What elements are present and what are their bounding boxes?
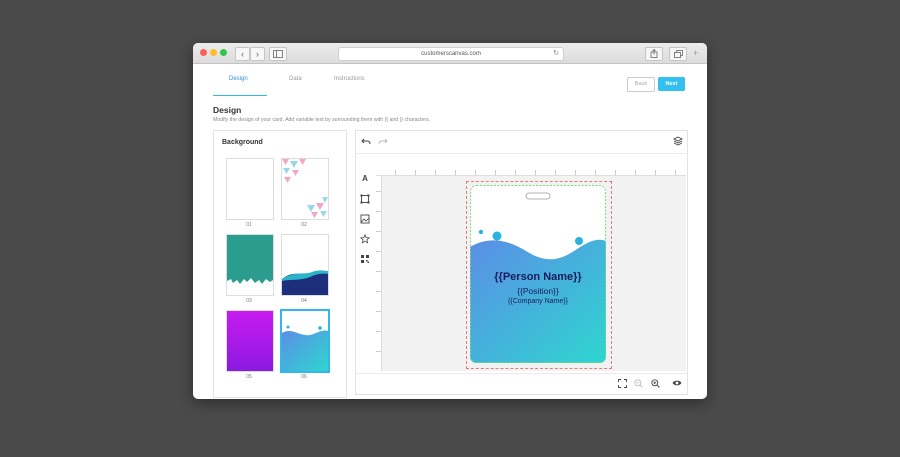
background-thumb-03[interactable] <box>226 234 274 296</box>
editor-top-toolbar <box>356 131 687 154</box>
image-tool-icon[interactable] <box>360 214 370 224</box>
background-thumb-02[interactable] <box>281 158 329 220</box>
browser-forward-button[interactable]: › <box>250 47 265 61</box>
page-title: Design <box>213 105 242 115</box>
editor-tool-palette: A <box>356 170 374 375</box>
star-tool-icon[interactable] <box>360 234 370 244</box>
person-name-text[interactable]: {{Person Name}} <box>470 271 606 283</box>
triangles-pattern <box>282 159 328 218</box>
tabs-icon <box>673 50 683 58</box>
back-button[interactable]: Back <box>627 77 655 92</box>
badge-card[interactable]: {{Person Name}} {{Position}} {{Company N… <box>470 185 606 363</box>
undo-icon[interactable] <box>361 137 371 146</box>
background-thumb-label: 03 <box>246 298 252 304</box>
zoom-in-icon[interactable] <box>651 379 660 388</box>
browser-back-button[interactable]: ‹ <box>235 47 250 61</box>
minimize-window-button[interactable] <box>210 49 217 56</box>
chevron-left-icon: ‹ <box>241 49 244 59</box>
qr-code-tool-icon[interactable] <box>360 254 370 264</box>
sidebar-icon <box>273 50 283 58</box>
background-thumb-05[interactable] <box>226 310 274 372</box>
design-editor: A {{Person Name}} {{Position}} {{Company… <box>355 130 688 395</box>
tab-design[interactable]: Design <box>229 76 248 82</box>
new-tab-icon[interactable]: + <box>693 48 698 58</box>
position-text[interactable]: {{Position}} <box>470 286 606 296</box>
share-button[interactable] <box>645 47 663 61</box>
active-tab-indicator <box>213 95 267 96</box>
design-canvas[interactable]: {{Person Name}} {{Position}} {{Company N… <box>382 176 686 371</box>
navy-wave-pattern <box>282 235 328 295</box>
sidebar-toggle-button[interactable] <box>269 47 287 61</box>
background-thumb-06[interactable] <box>280 309 330 373</box>
blue-wave-pattern <box>282 311 328 371</box>
tab-instructions[interactable]: Instructions <box>334 76 365 82</box>
editor-bottom-toolbar <box>356 373 687 394</box>
preview-icon[interactable] <box>672 379 682 387</box>
fit-screen-icon[interactable] <box>618 379 627 388</box>
text-tool-icon[interactable]: A <box>360 174 370 184</box>
page-description: Modify the design of your card. Add vari… <box>213 117 431 123</box>
zoom-out-icon[interactable] <box>634 379 643 388</box>
background-thumb-label: 02 <box>301 222 307 228</box>
tabs-overview-button[interactable] <box>669 47 687 61</box>
background-thumb-label: 01 <box>246 222 252 228</box>
share-icon <box>650 48 658 58</box>
chevron-right-icon: › <box>256 49 259 59</box>
teal-city-pattern <box>227 235 273 295</box>
background-thumb-01[interactable] <box>226 158 274 220</box>
close-window-button[interactable] <box>200 49 207 56</box>
background-thumb-label: 04 <box>301 298 307 304</box>
reload-icon[interactable]: ↻ <box>553 48 559 60</box>
background-panel: Background 01 02 03 04 05 06 <box>213 130 347 398</box>
address-bar[interactable]: customerscanvas.com ↻ <box>338 47 564 61</box>
background-thumb-label: 06 <box>301 374 307 380</box>
magenta-gradient-pattern <box>227 311 273 371</box>
browser-window: ‹ › customerscanvas.com ↻ + Design Data … <box>193 43 707 399</box>
browser-titlebar: ‹ › customerscanvas.com ↻ + <box>193 43 707 64</box>
redo-icon[interactable] <box>378 137 388 146</box>
next-button[interactable]: Next <box>658 77 685 91</box>
background-thumb-label: 05 <box>246 374 252 380</box>
shape-tool-icon[interactable] <box>360 194 370 204</box>
company-name-text[interactable]: {{Company Name}} <box>470 298 606 305</box>
background-thumb-04[interactable] <box>281 234 329 296</box>
url-text: customerscanvas.com <box>421 51 481 57</box>
background-panel-title: Background <box>222 139 263 146</box>
maximize-window-button[interactable] <box>220 49 227 56</box>
tab-data[interactable]: Data <box>289 76 302 82</box>
layers-icon[interactable] <box>673 136 683 146</box>
